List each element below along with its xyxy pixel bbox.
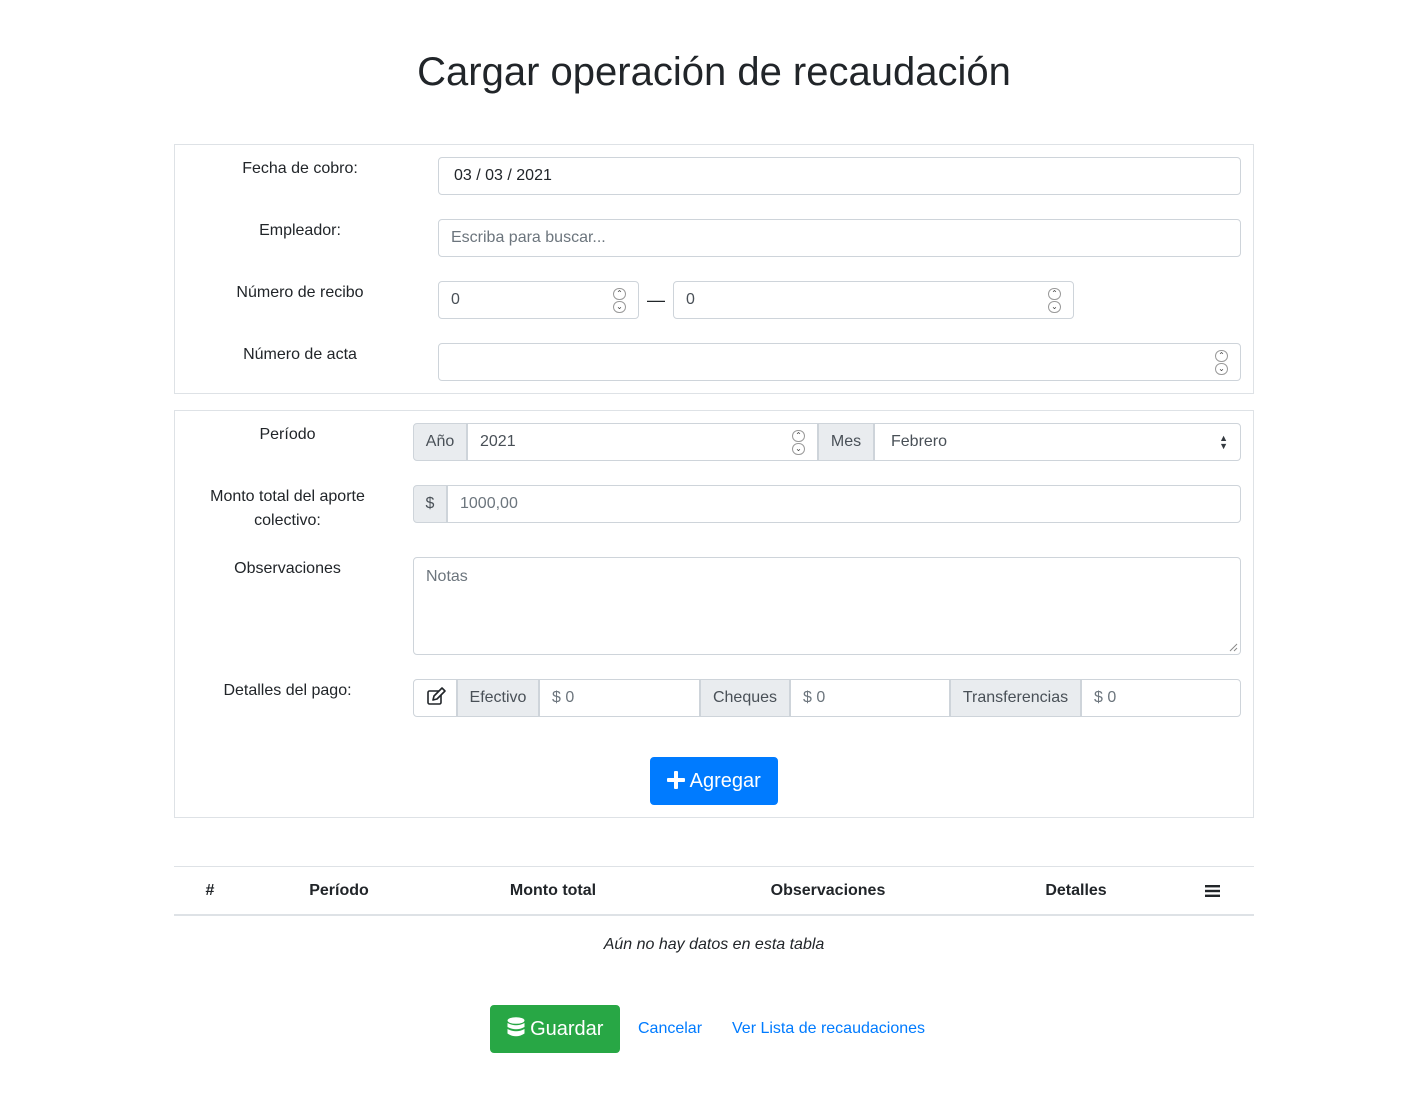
efectivo-input[interactable]: $ 0 xyxy=(539,679,700,717)
select-caret-icon: ▲ ▼ xyxy=(1219,433,1228,451)
column-header-detalles: Detalles xyxy=(1045,882,1107,899)
mes-addon: Mes xyxy=(818,423,874,461)
number-spinner-icon[interactable]: ⌃ ⌄ xyxy=(792,430,805,455)
transferencias-input[interactable]: $ 0 xyxy=(1081,679,1241,717)
table-header: # Período Monto total Observaciones Deta… xyxy=(174,866,1254,916)
page-title: Cargar operación de recaudación xyxy=(417,50,1011,94)
cheques-value: $ 0 xyxy=(803,689,826,706)
number-spinner-icon[interactable]: ⌃ ⌄ xyxy=(1048,288,1061,313)
view-list-link[interactable]: Ver Lista de recaudaciones xyxy=(732,1005,925,1053)
periodo-label: Período xyxy=(259,426,316,443)
edit-details-button[interactable] xyxy=(413,679,457,717)
fecha-input[interactable]: 03 / 03 / 2021 xyxy=(438,157,1241,195)
save-button-label: Guardar xyxy=(530,1018,604,1040)
empleador-label: Empleador: xyxy=(259,222,341,239)
cheques-addon: Cheques xyxy=(700,679,790,717)
mes-value: Febrero xyxy=(891,433,948,450)
acta-input[interactable]: ⌃ ⌄ xyxy=(438,343,1241,381)
detalles-label: Detalles del pago: xyxy=(223,682,352,699)
recibo-separator: — xyxy=(647,290,665,310)
acta-label: Número de acta xyxy=(243,346,357,363)
edit-icon xyxy=(427,687,446,705)
column-header-observaciones: Observaciones xyxy=(770,882,886,899)
monto-value: 1000,00 xyxy=(460,495,518,512)
recibo-from-input[interactable]: 0 ⌃ ⌄ xyxy=(438,281,639,319)
column-header-number: # xyxy=(205,882,215,899)
observaciones-label: Observaciones xyxy=(234,560,341,577)
monto-input[interactable]: 1000,00 xyxy=(447,485,1241,523)
monto-currency-addon: $ xyxy=(413,485,447,523)
table-empty-message: Aún no hay datos en esta tabla xyxy=(603,936,825,953)
anio-input[interactable]: 2021 ⌃ ⌄ xyxy=(467,423,818,461)
resize-grip-icon[interactable] xyxy=(1228,642,1238,652)
recibo-to-input[interactable]: 0 ⌃ ⌄ xyxy=(673,281,1074,319)
bars-icon xyxy=(1204,884,1220,897)
fecha-value: 03 / 03 / 2021 xyxy=(454,167,552,184)
save-button[interactable]: Guardar xyxy=(490,1005,620,1053)
number-spinner-icon[interactable]: ⌃ ⌄ xyxy=(1215,350,1228,375)
anio-value: 2021 xyxy=(480,433,516,450)
recibo-label: Número de recibo xyxy=(236,284,364,301)
monto-label: Monto total del aporte colectivo: xyxy=(210,488,365,529)
mes-select[interactable]: Febrero ▲ ▼ xyxy=(874,423,1241,461)
recibo-to-value: 0 xyxy=(686,291,695,308)
fecha-label: Fecha de cobro: xyxy=(242,160,358,177)
number-spinner-icon[interactable]: ⌃ ⌄ xyxy=(613,288,626,313)
efectivo-addon: Efectivo xyxy=(457,679,539,717)
table-menu-button[interactable] xyxy=(1170,867,1254,915)
transferencias-addon: Transferencias xyxy=(950,679,1081,717)
empleador-placeholder: Escriba para buscar... xyxy=(451,229,606,246)
empleador-search-input[interactable]: Escriba para buscar... xyxy=(438,219,1241,257)
column-header-monto: Monto total xyxy=(509,882,597,899)
add-button[interactable]: Agregar xyxy=(650,757,778,805)
plus-icon xyxy=(667,770,686,789)
recibo-from-value: 0 xyxy=(451,291,460,308)
observaciones-placeholder: Notas xyxy=(426,568,468,585)
transferencias-value: $ 0 xyxy=(1094,689,1117,706)
observaciones-textarea[interactable]: Notas xyxy=(413,557,1241,655)
cheques-input[interactable]: $ 0 xyxy=(790,679,950,717)
efectivo-value: $ 0 xyxy=(552,689,575,706)
add-button-label: Agregar xyxy=(689,770,761,792)
anio-addon: Año xyxy=(413,423,467,461)
column-header-periodo: Período xyxy=(309,882,369,899)
cancel-link[interactable]: Cancelar xyxy=(638,1005,702,1053)
database-icon xyxy=(507,1017,525,1038)
